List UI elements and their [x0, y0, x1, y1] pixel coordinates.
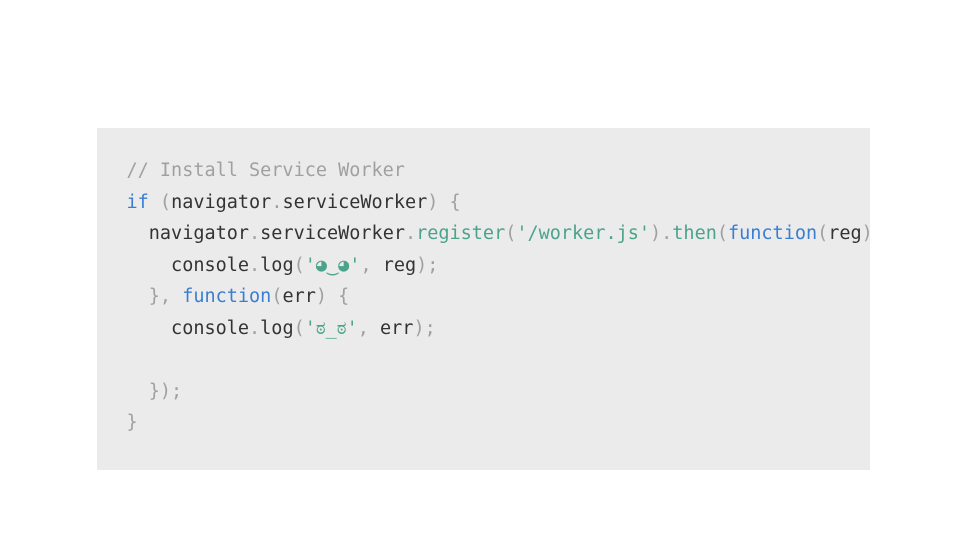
token-plain: reg — [828, 223, 861, 244]
token-punct: ) — [316, 286, 327, 307]
token-punct: ( — [817, 223, 828, 244]
token-punct: . — [405, 223, 416, 244]
token-punct: ( — [717, 223, 728, 244]
token-plain: serviceWorker — [260, 223, 405, 244]
token-punct: ); — [416, 255, 438, 276]
token-punct: . — [249, 255, 260, 276]
token-string: '/worker.js' — [516, 223, 650, 244]
token-punct: ( — [294, 318, 305, 339]
token-method: register — [416, 223, 505, 244]
token-punct: ( — [294, 255, 305, 276]
token-punct: ( — [271, 286, 282, 307]
token-keyword: function — [728, 223, 817, 244]
token-plain: err — [369, 318, 414, 339]
token-plain: navigator — [127, 223, 250, 244]
token-method: then — [672, 223, 717, 244]
token-punct: ) — [650, 223, 661, 244]
token-punct: { — [450, 192, 461, 213]
token-comment: // Install Service Worker — [127, 160, 405, 181]
token-keyword: if — [127, 192, 149, 213]
token-plain: log — [260, 255, 293, 276]
token-punct: { — [338, 286, 349, 307]
token-punct: , — [160, 286, 171, 307]
token-plain — [171, 286, 182, 307]
token-punct: , — [360, 255, 371, 276]
token-punct: ); — [413, 318, 435, 339]
token-punct: } — [149, 286, 160, 307]
token-plain — [127, 286, 149, 307]
token-punct: . — [249, 318, 260, 339]
token-punct: . — [271, 192, 282, 213]
token-string: 'ಠ_ಠ' — [305, 318, 358, 339]
token-plain — [149, 192, 160, 213]
token-plain: serviceWorker — [282, 192, 427, 213]
token-plain — [127, 381, 149, 402]
token-plain — [327, 286, 338, 307]
token-plain — [438, 192, 449, 213]
token-punct: ) — [427, 192, 438, 213]
token-plain: reg — [372, 255, 417, 276]
token-punct: ( — [505, 223, 516, 244]
token-plain: console — [127, 255, 250, 276]
token-plain: err — [282, 286, 315, 307]
token-plain: console — [127, 318, 250, 339]
token-punct: } — [127, 412, 138, 433]
token-punct: ) — [862, 223, 870, 244]
token-plain: log — [260, 318, 293, 339]
token-punct: ( — [160, 192, 171, 213]
code-block: // Install Service Worker if (navigator.… — [97, 128, 870, 470]
token-keyword: function — [182, 286, 271, 307]
token-string: '◕‿◕' — [305, 255, 361, 276]
token-punct: . — [249, 223, 260, 244]
code-content: // Install Service Worker if (navigator.… — [127, 160, 870, 433]
token-punct: , — [358, 318, 369, 339]
token-plain: navigator — [171, 192, 271, 213]
token-punct: . — [661, 223, 672, 244]
token-punct: }); — [149, 381, 182, 402]
